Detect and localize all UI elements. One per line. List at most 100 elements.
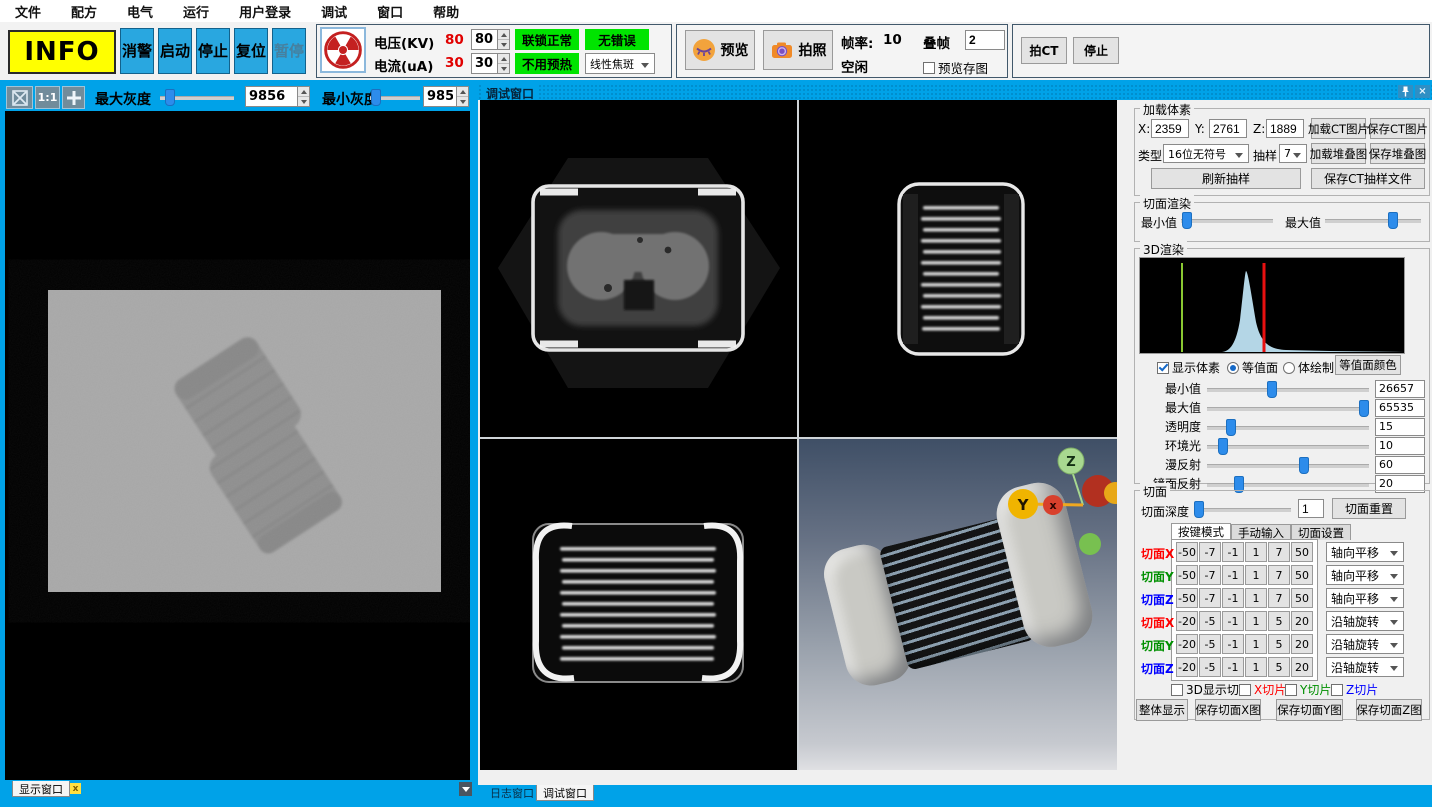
slice-step-button[interactable]: 50 bbox=[1291, 565, 1313, 585]
max-gray-spinner[interactable] bbox=[297, 86, 310, 107]
save-slice-button[interactable]: 保存切面Y图 bbox=[1276, 699, 1343, 721]
slice-step-button[interactable]: 1 bbox=[1245, 634, 1267, 654]
min-gray-slider[interactable] bbox=[370, 88, 420, 106]
stop-ct-button[interactable]: 停止 bbox=[1073, 37, 1119, 64]
save-slice-button[interactable]: 保存切面X图 bbox=[1195, 699, 1261, 721]
tab-close-badge[interactable]: x bbox=[70, 783, 81, 794]
slice-step-button[interactable]: 20 bbox=[1291, 634, 1313, 654]
slice-render-min-slider[interactable] bbox=[1181, 211, 1273, 229]
slice-step-button[interactable]: 7 bbox=[1268, 542, 1290, 562]
save-slice-button[interactable]: 保存切面Z图 bbox=[1356, 699, 1422, 721]
volume-render-radio[interactable] bbox=[1283, 362, 1295, 374]
control-button[interactable]: 消警 bbox=[120, 28, 154, 74]
slice-step-button[interactable]: 1 bbox=[1245, 588, 1267, 608]
menu-item[interactable]: 运行 bbox=[168, 2, 224, 21]
ct-slice-view-yz[interactable] bbox=[799, 100, 1117, 437]
zoom-1to1-button[interactable]: 1:1 bbox=[35, 86, 60, 109]
load-ct-button[interactable]: 加载CT图片 bbox=[1311, 118, 1366, 139]
isosurface-item[interactable]: 等值面 bbox=[1227, 359, 1278, 376]
slice-step-button[interactable]: 50 bbox=[1291, 542, 1313, 562]
slice-step-button[interactable]: 5 bbox=[1268, 657, 1290, 677]
min-gray-thumb[interactable] bbox=[371, 89, 381, 106]
slice-depth-thumb[interactable] bbox=[1194, 501, 1204, 518]
show-voxel-checkbox[interactable] bbox=[1157, 362, 1169, 374]
slice-mode-dropdown[interactable]: 轴向平移 bbox=[1326, 565, 1404, 585]
slider-value-box[interactable]: 65535 bbox=[1375, 399, 1425, 417]
checkbox[interactable] bbox=[1239, 684, 1251, 696]
slice-reset-button[interactable]: 切面重置 bbox=[1332, 498, 1406, 519]
slice-checkbox-item[interactable]: Z切片 bbox=[1331, 681, 1378, 698]
slice-depth-track[interactable] bbox=[1195, 508, 1291, 512]
slice-mode-tab[interactable]: 切面设置 bbox=[1291, 524, 1351, 540]
slice-step-button[interactable]: 7 bbox=[1268, 565, 1290, 585]
slice-step-button[interactable]: -7 bbox=[1199, 565, 1221, 585]
slice-mode-dropdown[interactable]: 轴向平移 bbox=[1326, 588, 1404, 608]
slice-step-button[interactable]: -20 bbox=[1176, 611, 1198, 631]
slice-render-max-thumb[interactable] bbox=[1388, 212, 1398, 229]
sample-dropdown[interactable]: 7 bbox=[1279, 144, 1307, 163]
menu-item[interactable]: 文件 bbox=[0, 2, 56, 21]
slice-step-button[interactable]: -1 bbox=[1222, 634, 1244, 654]
fit-window-button[interactable] bbox=[6, 86, 33, 109]
slider[interactable] bbox=[1207, 437, 1369, 455]
slider[interactable] bbox=[1207, 456, 1369, 474]
slice-step-button[interactable]: 1 bbox=[1245, 542, 1267, 562]
slider-thumb[interactable] bbox=[1218, 438, 1228, 455]
voltage-setpoint[interactable] bbox=[471, 29, 510, 50]
slider[interactable] bbox=[1207, 380, 1369, 398]
slider[interactable] bbox=[1207, 418, 1369, 436]
menu-item[interactable]: 电气 bbox=[112, 2, 168, 21]
voxel-x-input[interactable] bbox=[1151, 119, 1189, 138]
slice-step-button[interactable]: 1 bbox=[1245, 611, 1267, 631]
save-ct-button[interactable]: 保存CT图片 bbox=[1370, 118, 1425, 139]
min-gray-input[interactable] bbox=[423, 86, 456, 107]
ct-slice-view-xy[interactable] bbox=[480, 100, 797, 437]
slider-track[interactable] bbox=[1207, 388, 1369, 392]
slice-mode-tab[interactable]: 手动输入 bbox=[1231, 524, 1291, 540]
axis-gizmo[interactable]: Z Y x bbox=[997, 445, 1117, 561]
min-gray-spin[interactable] bbox=[423, 86, 469, 107]
slice-step-button[interactable]: 7 bbox=[1268, 588, 1290, 608]
slider-value-box[interactable]: 15 bbox=[1375, 418, 1425, 436]
max-gray-thumb[interactable] bbox=[165, 89, 175, 106]
slice-step-button[interactable]: -7 bbox=[1199, 588, 1221, 608]
menu-item[interactable]: 窗口 bbox=[362, 2, 418, 21]
load-stack-button[interactable]: 加载堆叠图 bbox=[1311, 143, 1366, 164]
slice-checkbox-item[interactable]: X切片 bbox=[1239, 681, 1286, 698]
type-dropdown[interactable]: 16位无符号 bbox=[1163, 144, 1249, 163]
save-ct-sample-button[interactable]: 保存CT抽样文件 bbox=[1311, 168, 1425, 189]
max-gray-slider[interactable] bbox=[160, 88, 234, 106]
slice-step-button[interactable]: -20 bbox=[1176, 634, 1198, 654]
slice-depth-slider[interactable] bbox=[1195, 500, 1291, 518]
slice-step-button[interactable]: -50 bbox=[1176, 542, 1198, 562]
slice-step-button[interactable]: -7 bbox=[1199, 542, 1221, 562]
current-setpoint-input[interactable] bbox=[471, 53, 497, 74]
slice-mode-dropdown[interactable]: 轴向平移 bbox=[1326, 542, 1404, 562]
isosurface-radio[interactable] bbox=[1227, 362, 1239, 374]
ct-slice-view-xz[interactable] bbox=[480, 439, 797, 770]
slice-step-button[interactable]: -1 bbox=[1222, 542, 1244, 562]
debug-titlebar[interactable]: 调试窗口 × bbox=[478, 84, 1432, 100]
focus-mode-dropdown[interactable]: 线性焦斑 bbox=[585, 53, 655, 74]
tabstrip-dropdown-button[interactable] bbox=[459, 782, 472, 796]
menu-item[interactable]: 用户登录 bbox=[224, 2, 306, 21]
photo-button[interactable]: 拍照 bbox=[763, 30, 833, 70]
preview-button[interactable]: 预览 bbox=[685, 30, 755, 70]
slider-track[interactable] bbox=[1207, 445, 1369, 449]
radiation-button[interactable] bbox=[320, 27, 366, 73]
slider-track[interactable] bbox=[1207, 464, 1369, 468]
slider-value-box[interactable]: 26657 bbox=[1375, 380, 1425, 398]
voltage-setpoint-input[interactable] bbox=[471, 29, 497, 50]
max-gray-spin[interactable] bbox=[245, 86, 310, 107]
crosshair-button[interactable] bbox=[62, 86, 85, 109]
slice-render-max-track[interactable] bbox=[1325, 219, 1421, 223]
tab-debug-window[interactable]: 调试窗口 bbox=[536, 785, 594, 801]
save-preview-checkbox-item[interactable]: 预览存图 bbox=[923, 58, 988, 77]
slice-step-button[interactable]: 50 bbox=[1291, 588, 1313, 608]
slice-step-button[interactable]: -50 bbox=[1176, 565, 1198, 585]
slice-step-button[interactable]: -1 bbox=[1222, 657, 1244, 677]
menu-item[interactable]: 配方 bbox=[56, 2, 112, 21]
close-button[interactable]: × bbox=[1415, 85, 1430, 98]
voltage-spinner[interactable] bbox=[497, 29, 510, 50]
slice-depth-input[interactable] bbox=[1298, 499, 1324, 518]
